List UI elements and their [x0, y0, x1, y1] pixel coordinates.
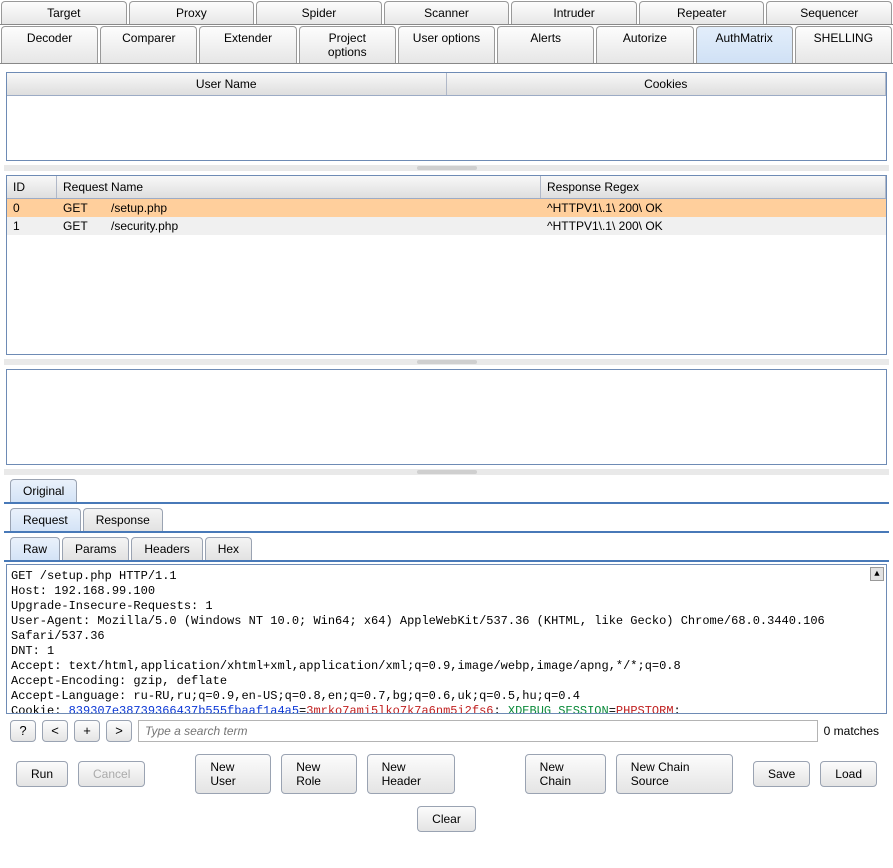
second-tab-row: Decoder Comparer Extender Project option… [0, 25, 893, 64]
top-tab-row: Target Proxy Spider Scanner Intruder Rep… [0, 0, 893, 25]
cell-name: GET/setup.php [57, 201, 541, 215]
next-match-button[interactable]: > [106, 720, 132, 742]
splitter-2[interactable] [4, 359, 889, 365]
cell-regex: ^HTTPV1\.1\ 200\ OK [541, 219, 886, 233]
tab-shelling[interactable]: SHELLING [795, 26, 892, 63]
tab-hex[interactable]: Hex [205, 537, 252, 560]
table-row[interactable]: 1 GET/security.php ^HTTPV1\.1\ 200\ OK [7, 217, 886, 235]
tab-autorize[interactable]: Autorize [596, 26, 693, 63]
search-input[interactable] [138, 720, 818, 742]
user-cookie-body[interactable] [7, 96, 886, 160]
tab-alerts[interactable]: Alerts [497, 26, 594, 63]
prev-match-button[interactable]: < [42, 720, 68, 742]
table-row[interactable]: 0 GET/setup.php ^HTTPV1\.1\ 200\ OK [7, 199, 886, 217]
new-user-button[interactable]: New User [195, 754, 271, 794]
cancel-button: Cancel [78, 761, 145, 787]
cell-name: GET/security.php [57, 219, 541, 233]
cell-id: 1 [7, 219, 57, 233]
chain-panel[interactable] [6, 369, 887, 465]
splitter-3[interactable] [4, 469, 889, 475]
view-tab-row: Original [4, 479, 889, 504]
reqresp-tab-row: Request Response [4, 508, 889, 533]
request-table-rows: 0 GET/setup.php ^HTTPV1\.1\ 200\ OK 1 GE… [7, 199, 886, 354]
col-id[interactable]: ID [7, 176, 57, 198]
add-button[interactable]: + [74, 720, 100, 742]
tab-extender[interactable]: Extender [199, 26, 296, 63]
tab-authmatrix[interactable]: AuthMatrix [696, 26, 793, 63]
format-tab-row: Raw Params Headers Hex [4, 537, 889, 562]
col-request-name[interactable]: Request Name [57, 176, 541, 198]
action-button-row: Run Cancel New User New Role New Header … [4, 746, 889, 802]
tab-sequencer[interactable]: Sequencer [766, 1, 892, 24]
tab-spider[interactable]: Spider [256, 1, 382, 24]
search-bar: ? < + > 0 matches [4, 716, 889, 746]
clear-button[interactable]: Clear [417, 806, 476, 832]
scroll-up-icon[interactable]: ▲ [870, 567, 884, 581]
col-response-regex[interactable]: Response Regex [541, 176, 886, 198]
tab-proxy[interactable]: Proxy [129, 1, 255, 24]
tab-raw[interactable]: Raw [10, 537, 60, 560]
new-chain-source-button[interactable]: New Chain Source [616, 754, 733, 794]
new-role-button[interactable]: New Role [281, 754, 356, 794]
splitter-1[interactable] [4, 165, 889, 171]
new-chain-button[interactable]: New Chain [525, 754, 606, 794]
tab-request[interactable]: Request [10, 508, 81, 531]
tab-comparer[interactable]: Comparer [100, 26, 197, 63]
load-button[interactable]: Load [820, 761, 877, 787]
tab-headers[interactable]: Headers [131, 537, 202, 560]
tab-user-options[interactable]: User options [398, 26, 495, 63]
help-button[interactable]: ? [10, 720, 36, 742]
run-button[interactable]: Run [16, 761, 68, 787]
save-button[interactable]: Save [753, 761, 810, 787]
tab-response[interactable]: Response [83, 508, 163, 531]
request-table-panel: ID Request Name Response Regex 0 GET/set… [6, 175, 887, 355]
user-cookie-panel: User Name Cookies [6, 72, 887, 161]
cell-id: 0 [7, 201, 57, 215]
tab-repeater[interactable]: Repeater [639, 1, 765, 24]
col-username[interactable]: User Name [7, 73, 447, 95]
tab-decoder[interactable]: Decoder [1, 26, 98, 63]
tab-scanner[interactable]: Scanner [384, 1, 510, 24]
tab-original[interactable]: Original [10, 479, 77, 502]
tab-intruder[interactable]: Intruder [511, 1, 637, 24]
match-count: 0 matches [824, 724, 883, 738]
tab-params[interactable]: Params [62, 537, 129, 560]
tab-project-options[interactable]: Project options [299, 26, 396, 63]
tab-target[interactable]: Target [1, 1, 127, 24]
new-header-button[interactable]: New Header [367, 754, 455, 794]
raw-request-viewer[interactable]: ▲GET /setup.php HTTP/1.1 Host: 192.168.9… [6, 564, 887, 714]
col-cookies[interactable]: Cookies [447, 73, 887, 95]
cell-regex: ^HTTPV1\.1\ 200\ OK [541, 201, 886, 215]
